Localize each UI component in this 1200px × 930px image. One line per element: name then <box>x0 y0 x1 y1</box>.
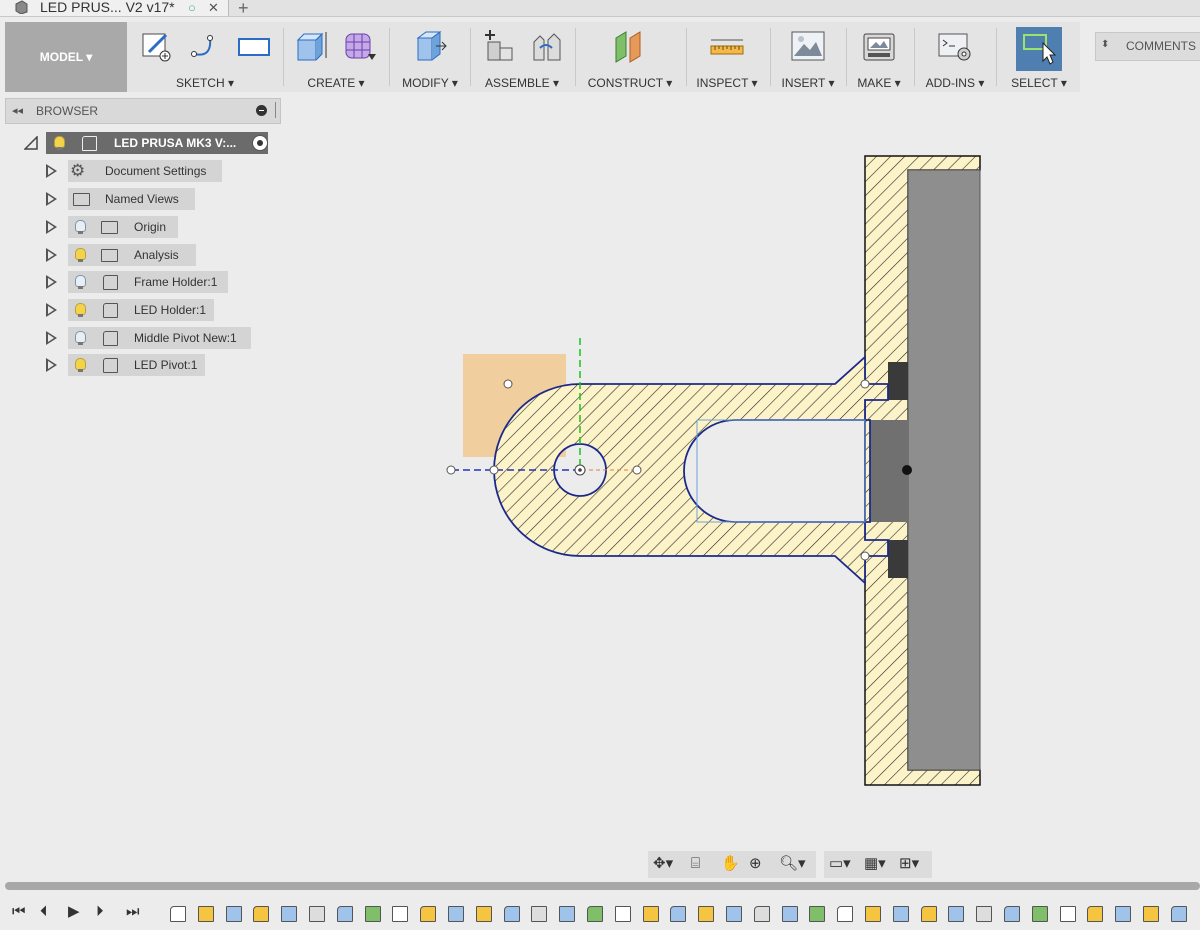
timeline-feature-icon[interactable] <box>1004 906 1020 922</box>
timeline-feature-icon[interactable] <box>892 906 909 922</box>
model-viewport[interactable] <box>0 0 1200 930</box>
step-forward-icon[interactable]: ⏵ <box>96 903 104 921</box>
step-back-icon[interactable]: ⏴ <box>40 903 48 921</box>
timeline-feature-icon[interactable] <box>698 906 715 922</box>
timeline-feature-icon[interactable] <box>726 906 742 922</box>
timeline-feature-icon[interactable] <box>170 906 186 922</box>
timeline-feature-icon[interactable] <box>1143 906 1159 922</box>
timeline-feature-icon[interactable] <box>253 906 270 922</box>
timeline-feature-icon[interactable] <box>559 906 576 922</box>
zoom-icon[interactable]: ⊕ <box>749 855 762 873</box>
timeline-feature-icon[interactable] <box>781 906 798 922</box>
timeline-feature-icon[interactable] <box>1115 906 1132 922</box>
sketch-point[interactable] <box>632 465 642 475</box>
timeline-feature-icon[interactable] <box>392 906 409 922</box>
sketch-point[interactable] <box>489 465 499 475</box>
timeline-feature-icon[interactable] <box>753 906 770 922</box>
timeline-feature-icon[interactable] <box>225 906 242 922</box>
timeline-feature-icon[interactable] <box>1059 906 1076 922</box>
timeline-feature-icon[interactable] <box>614 906 631 922</box>
sketch-point[interactable] <box>503 379 513 389</box>
timeline-feature-icon[interactable] <box>364 906 381 922</box>
timeline-feature-icon[interactable] <box>837 906 854 922</box>
timeline-feature-icon[interactable] <box>1031 906 1048 922</box>
look-at-icon[interactable]: ⌸ <box>691 855 700 873</box>
timeline-feature-icon[interactable] <box>448 906 464 922</box>
timeline-feature-icon[interactable] <box>475 906 492 922</box>
play-icon[interactable]: ▶ <box>68 903 80 921</box>
timeline-scrollbar[interactable] <box>5 882 1200 890</box>
go-to-end-icon[interactable]: ⏭ <box>126 903 140 921</box>
timeline-feature-icon[interactable] <box>503 906 520 922</box>
timeline-feature-icon[interactable] <box>642 906 659 922</box>
timeline-feature-icon[interactable] <box>197 906 214 922</box>
frame-holder-section[interactable] <box>864 155 981 786</box>
display-bar: ▭▾ ▦▾ ⊞▾ <box>824 851 932 878</box>
timeline-feature-icon[interactable] <box>531 906 548 922</box>
timeline-feature-icon[interactable] <box>976 906 993 922</box>
timeline-feature-icon[interactable] <box>865 906 881 922</box>
timeline-feature-icon[interactable] <box>1087 906 1104 922</box>
navigation-bar: ✥▾ ⌸ ✋ ⊕ 🔍︎▾ <box>648 851 816 878</box>
display-settings-icon[interactable]: ▭▾ <box>829 855 851 873</box>
timeline-feature-icon[interactable] <box>309 906 325 922</box>
timeline-feature-icon[interactable] <box>670 906 687 922</box>
sketch-point[interactable] <box>860 379 870 389</box>
timeline-feature-icon[interactable] <box>587 906 603 922</box>
timeline-feature-icon[interactable] <box>281 906 298 922</box>
timeline-feature-icon[interactable] <box>809 906 826 922</box>
timeline-feature-icon[interactable] <box>336 906 353 922</box>
sketch-point[interactable] <box>860 551 870 561</box>
timeline-feature-icon[interactable] <box>948 906 965 922</box>
go-to-start-icon[interactable]: ⏮ <box>12 903 26 921</box>
timeline-feature-icon[interactable] <box>420 906 437 922</box>
timeline-feature-icon[interactable] <box>920 906 937 922</box>
grid-icon[interactable]: ▦▾ <box>864 855 886 873</box>
fit-icon[interactable]: 🔍︎▾ <box>779 855 806 873</box>
orbit-icon[interactable]: ✥▾ <box>653 855 673 873</box>
timeline-feature-icon[interactable] <box>1170 906 1187 922</box>
viewports-icon[interactable]: ⊞▾ <box>899 855 919 873</box>
sketch-point[interactable] <box>446 465 456 475</box>
pan-icon[interactable]: ✋ <box>721 855 740 873</box>
